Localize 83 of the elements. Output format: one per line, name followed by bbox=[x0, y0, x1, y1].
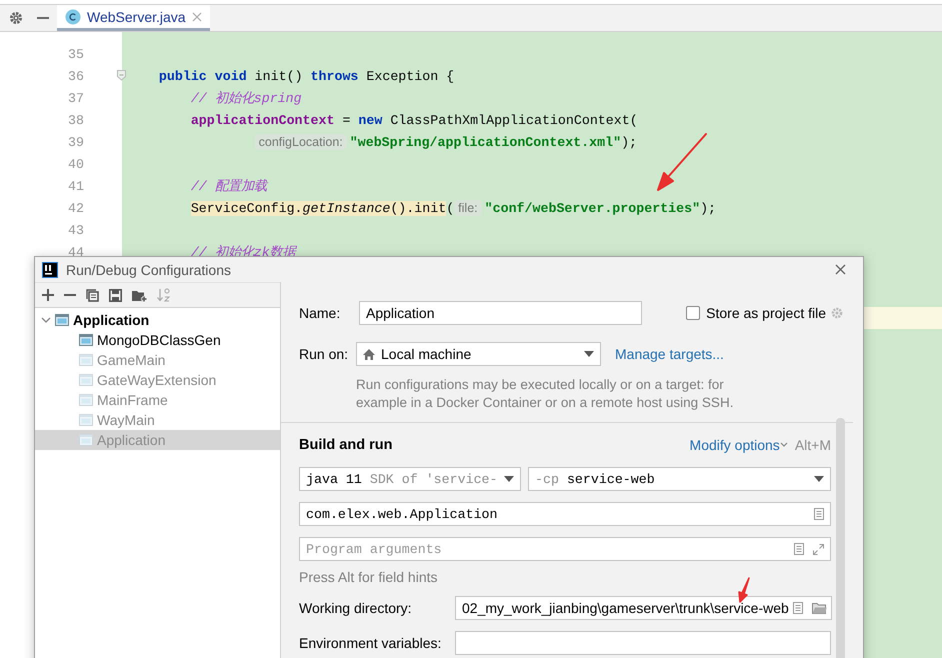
line-number: 39 bbox=[68, 134, 84, 150]
modify-options-link[interactable]: Modify options bbox=[690, 437, 780, 453]
run-on-dropdown[interactable]: Local machine bbox=[356, 342, 601, 366]
code-text: // 配置加载 bbox=[190, 178, 267, 195]
parameter-hint: file: bbox=[454, 200, 482, 216]
sort-icon[interactable] bbox=[157, 288, 171, 302]
line-number: 35 bbox=[68, 46, 84, 62]
window-icon bbox=[79, 414, 93, 426]
field-value: 02_my_work_jianbing\gameserver\trunk\service-web bbox=[462, 600, 789, 616]
code-text: applicationContext = new ClassPathXmlApplicationContext( bbox=[190, 112, 638, 128]
editor-tab[interactable]: WebServer.java bbox=[57, 5, 210, 31]
window-icon bbox=[79, 334, 93, 346]
document-icon[interactable] bbox=[792, 602, 803, 614]
jre-dropdown[interactable]: java 11 SDK of 'service- bbox=[299, 467, 521, 491]
code-text: ServiceConfig.getInstance().init( bbox=[190, 200, 454, 216]
annotation-arrow bbox=[737, 577, 751, 603]
caret-icon bbox=[584, 351, 594, 357]
line-number: 38 bbox=[68, 112, 84, 128]
save-icon[interactable] bbox=[109, 288, 122, 302]
dropdown-value: Local machine bbox=[381, 346, 472, 362]
window-icon bbox=[79, 434, 93, 446]
field-value: com.elex.web.Application bbox=[306, 506, 498, 522]
description-text: Run configurations may be executed locally or on a target: for example in a Docker Container or on a remote host using SSH. bbox=[356, 376, 734, 412]
window-icon bbox=[79, 374, 93, 386]
copy-icon[interactable] bbox=[86, 288, 99, 302]
checkbox-label: Store as project file bbox=[706, 305, 826, 321]
window-icon bbox=[55, 314, 69, 326]
section-title: Build and run bbox=[299, 437, 394, 453]
classpath-prefix: -cp bbox=[535, 472, 559, 486]
close-icon[interactable] bbox=[192, 12, 202, 22]
chevron-down-icon[interactable] bbox=[41, 315, 51, 325]
checkbox[interactable] bbox=[686, 306, 700, 320]
window-icon bbox=[79, 354, 93, 366]
line-number: 36 bbox=[68, 68, 84, 84]
field-label: Run on: bbox=[299, 346, 350, 362]
code-text: public void init() throws Exception { bbox=[158, 68, 454, 84]
shortcut-text: Alt+M bbox=[794, 437, 831, 453]
jre-hint: SDK of 'service- bbox=[370, 472, 498, 486]
name-field[interactable]: Application bbox=[359, 301, 642, 325]
line-number: 43 bbox=[68, 222, 84, 238]
document-icon[interactable] bbox=[814, 508, 824, 520]
line-number: 40 bbox=[68, 156, 84, 172]
environment-variables-field[interactable] bbox=[455, 631, 831, 655]
dialog-title: Run/Debug Configurations bbox=[66, 262, 232, 278]
tree-item[interactable]: MongoDBClassGen bbox=[35, 330, 280, 350]
annotation-arrow bbox=[656, 132, 708, 192]
code-text: "conf/webServer.properties"); bbox=[484, 200, 716, 216]
caret-icon bbox=[814, 476, 824, 482]
parameter-hint: configLocation: bbox=[254, 134, 347, 150]
jre-version: java 11 bbox=[306, 472, 362, 486]
caret-icon bbox=[504, 476, 514, 482]
classpath-value: service-web bbox=[566, 472, 655, 486]
code-text: "webSpring/applicationContext.xml"); bbox=[350, 134, 638, 150]
line-number: 37 bbox=[68, 90, 84, 106]
folder-add-icon[interactable] bbox=[132, 288, 147, 302]
class-icon bbox=[65, 8, 81, 24]
classpath-dropdown[interactable]: -cp service-web bbox=[528, 467, 831, 491]
field-hint-text: Press Alt for field hints bbox=[299, 569, 439, 585]
manage-targets-link[interactable]: Manage targets... bbox=[615, 346, 724, 362]
window-icon bbox=[79, 394, 93, 406]
scrollbar[interactable] bbox=[836, 418, 845, 658]
settings-icon[interactable] bbox=[9, 11, 23, 25]
line-number: 42 bbox=[68, 200, 84, 216]
tab-title: WebServer.java bbox=[87, 8, 186, 24]
line-number: 41 bbox=[68, 178, 84, 194]
main-class-field[interactable]: com.elex.web.Application bbox=[299, 502, 831, 526]
placeholder-text: Program arguments bbox=[306, 542, 442, 556]
folder-icon[interactable] bbox=[812, 602, 827, 614]
chevron-down-icon bbox=[780, 442, 788, 448]
code-text: // 初始化spring bbox=[190, 90, 302, 107]
expand-icon[interactable] bbox=[813, 544, 824, 554]
tree-item[interactable]: Application bbox=[35, 310, 280, 330]
line-number: 44 bbox=[68, 244, 84, 260]
fold-marker-icon[interactable] bbox=[117, 70, 126, 81]
field-label: Environment variables: bbox=[299, 635, 442, 651]
home-icon bbox=[363, 348, 375, 360]
close-icon[interactable] bbox=[835, 264, 846, 275]
add-icon[interactable] bbox=[42, 289, 54, 301]
field-label: Name: bbox=[299, 305, 342, 321]
app-logo-icon bbox=[42, 262, 58, 278]
document-icon[interactable] bbox=[794, 543, 804, 555]
working-directory-field[interactable]: 02_my_work_jianbing\gameserver\trunk\service-web bbox=[455, 596, 832, 620]
field-label: Working directory: bbox=[299, 600, 413, 616]
